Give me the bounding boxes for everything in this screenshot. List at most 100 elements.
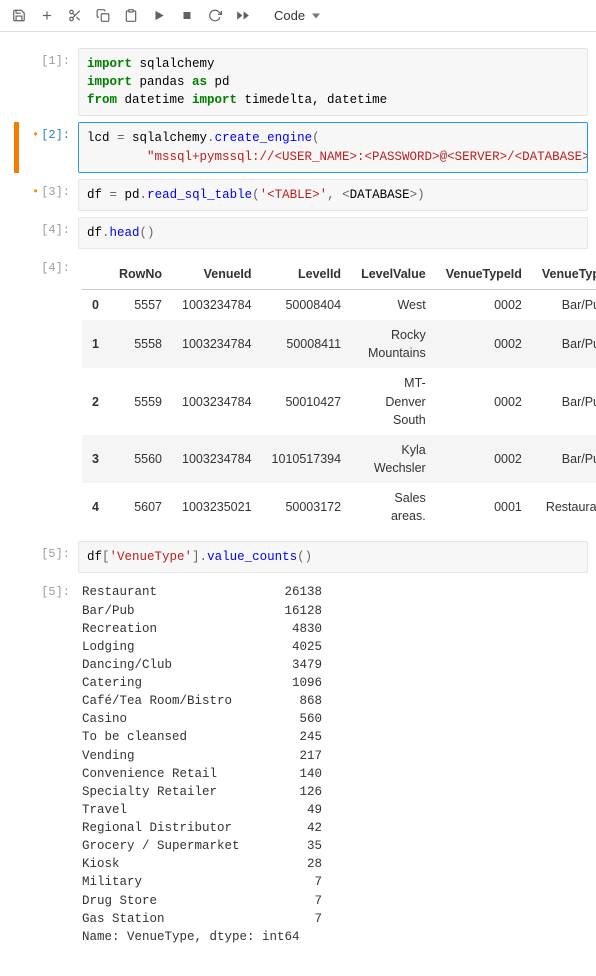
- cut-icon: [68, 8, 82, 23]
- save-icon: [12, 8, 26, 23]
- df-cell: 5557: [109, 290, 172, 321]
- df-cell: 1003234784: [172, 368, 262, 434]
- df-cell: 5607: [109, 483, 172, 531]
- df-column-header: RowNo: [109, 259, 172, 290]
- code-cell[interactable]: [5]:df['VenueType'].value_counts(): [0, 541, 596, 573]
- series-row: Lodging4025: [82, 638, 588, 656]
- df-cell: 5559: [109, 368, 172, 434]
- code-input[interactable]: import sqlalchemy import pandas as pd fr…: [78, 48, 588, 116]
- series-label: Drug Store: [82, 892, 272, 910]
- df-column-header: LevelId: [262, 259, 352, 290]
- celltype-select[interactable]: Code: [268, 6, 324, 25]
- run-button[interactable]: [146, 4, 172, 28]
- series-label: To be cleansed: [82, 728, 272, 746]
- series-row: Regional Distributor42: [82, 819, 588, 837]
- fast-forward-icon: [236, 8, 250, 23]
- series-output: Restaurant26138Bar/Pub16128Recreation483…: [78, 579, 588, 950]
- df-index: 1: [82, 320, 109, 368]
- series-row: Bar/Pub16128: [82, 602, 588, 620]
- df-cell: 0002: [436, 320, 532, 368]
- df-cell: Bar/Pub: [532, 368, 596, 434]
- code-cell[interactable]: [4]:df.head(): [0, 217, 596, 249]
- df-cell: 1003235021: [172, 483, 262, 531]
- play-icon: [152, 8, 166, 23]
- copy-icon: [96, 8, 110, 23]
- series-row: Café/Tea Room/Bistro868: [82, 692, 588, 710]
- series-value: 49: [272, 801, 322, 819]
- series-value: 3479: [272, 656, 322, 674]
- paste-button[interactable]: [118, 4, 144, 28]
- df-cell: West: [351, 290, 436, 321]
- series-dtype-footer: Name: VenueType, dtype: int64: [82, 928, 588, 946]
- add-cell-button[interactable]: [34, 4, 60, 28]
- df-cell: 1010517394: [262, 435, 352, 483]
- series-row: Dancing/Club3479: [82, 656, 588, 674]
- series-label: Specialty Retailer: [82, 783, 272, 801]
- cut-button[interactable]: [62, 4, 88, 28]
- stop-button[interactable]: [174, 4, 200, 28]
- input-prompt: [1]:: [0, 48, 78, 68]
- series-label: Catering: [82, 674, 272, 692]
- input-prompt: [4]:: [0, 217, 78, 237]
- series-value: 7: [272, 892, 322, 910]
- series-row: Casino560: [82, 710, 588, 728]
- df-cell: 50008404: [262, 290, 352, 321]
- df-column-header: VenueType: [532, 259, 596, 290]
- df-cell: 5560: [109, 435, 172, 483]
- df-cell: 1003234784: [172, 290, 262, 321]
- series-label: Restaurant: [82, 583, 272, 601]
- series-label: Dancing/Club: [82, 656, 272, 674]
- series-label: Café/Tea Room/Bistro: [82, 692, 272, 710]
- df-cell: 5558: [109, 320, 172, 368]
- series-row: Gas Station7: [82, 910, 588, 928]
- series-value: 42: [272, 819, 322, 837]
- df-cell: 0001: [436, 483, 532, 531]
- table-row: 25559100323478450010427MT- Denver South0…: [82, 368, 596, 434]
- df-index: 0: [82, 290, 109, 321]
- table-row: 45607100323502150003172Sales areas.0001R…: [82, 483, 596, 531]
- celltype-select-wrap: Code: [258, 6, 324, 25]
- series-value: 7: [272, 873, 322, 891]
- series-label: Military: [82, 873, 272, 891]
- series-value: 126: [272, 783, 322, 801]
- series-row: Travel49: [82, 801, 588, 819]
- code-input[interactable]: df['VenueType'].value_counts(): [78, 541, 588, 573]
- code-cell[interactable]: [1]:import sqlalchemy import pandas as p…: [0, 48, 596, 116]
- series-value: 217: [272, 747, 322, 765]
- input-prompt: [5]:: [0, 541, 78, 561]
- restart-button[interactable]: [202, 4, 228, 28]
- toolbar: Code: [0, 0, 596, 32]
- paste-icon: [124, 8, 138, 23]
- output-cell: [5]: Restaurant26138Bar/Pub16128Recreati…: [0, 579, 596, 950]
- series-label: Travel: [82, 801, 272, 819]
- series-label: Convenience Retail: [82, 765, 272, 783]
- df-cell: 1003234784: [172, 320, 262, 368]
- series-label: Casino: [82, 710, 272, 728]
- series-label: Vending: [82, 747, 272, 765]
- code-cell[interactable]: [2]:lcd = sqlalchemy.create_engine( "mss…: [0, 122, 596, 172]
- series-value: 140: [272, 765, 322, 783]
- df-cell: Restaurant: [532, 483, 596, 531]
- copy-button[interactable]: [90, 4, 116, 28]
- dataframe-output: RowNoVenueIdLevelIdLevelValueVenueTypeId…: [78, 255, 596, 535]
- df-cell: Bar/Pub: [532, 435, 596, 483]
- series-row: Convenience Retail140: [82, 765, 588, 783]
- df-cell: 0002: [436, 290, 532, 321]
- series-row: Grocery / Supermarket35: [82, 837, 588, 855]
- output-prompt: [5]:: [0, 579, 78, 599]
- df-cell: Sales areas.: [351, 483, 436, 531]
- series-label: Gas Station: [82, 910, 272, 928]
- fast-forward-button[interactable]: [230, 4, 256, 28]
- df-index: 3: [82, 435, 109, 483]
- df-cell: 50010427: [262, 368, 352, 434]
- code-input[interactable]: df = pd.read_sql_table('<TABLE>', <DATAB…: [78, 179, 588, 211]
- table-row: 05557100323478450008404West0002Bar/Pub: [82, 290, 596, 321]
- series-value: 35: [272, 837, 322, 855]
- df-column-header: VenueId: [172, 259, 262, 290]
- series-row: Vending217: [82, 747, 588, 765]
- code-input[interactable]: lcd = sqlalchemy.create_engine( "mssql+p…: [78, 122, 588, 172]
- df-index: 2: [82, 368, 109, 434]
- code-cell[interactable]: [3]:df = pd.read_sql_table('<TABLE>', <D…: [0, 179, 596, 211]
- save-button[interactable]: [6, 4, 32, 28]
- code-input[interactable]: df.head(): [78, 217, 588, 249]
